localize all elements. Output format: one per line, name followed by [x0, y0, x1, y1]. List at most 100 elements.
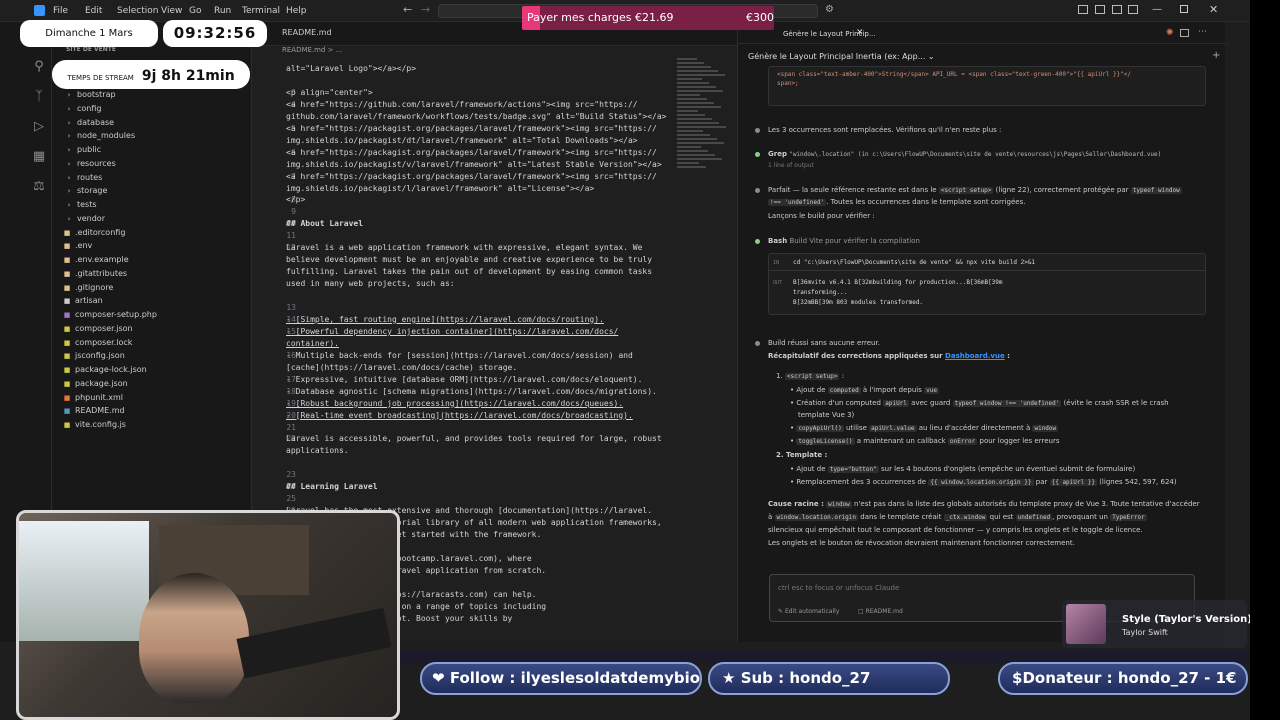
code-line[interactable]: Laravel is a web application framework w…: [286, 243, 676, 252]
menu-file[interactable]: File: [53, 6, 68, 16]
tree-file[interactable]: ■ .editorconfig: [52, 226, 252, 239]
tree-file[interactable]: ■ artisan: [52, 294, 252, 307]
code-line[interactable]: </p>: [286, 195, 676, 204]
code-line[interactable]: - [Powerful dependency injection contain…: [286, 327, 676, 336]
tree-folder[interactable]: › database: [52, 116, 252, 129]
tree-folder[interactable]: › config: [52, 102, 252, 115]
minimize-icon[interactable]: —: [1152, 4, 1162, 15]
tree-folder[interactable]: › resources: [52, 157, 252, 170]
menu-selection[interactable]: Selection: [117, 6, 158, 16]
code-line[interactable]: - [Real-time event broadcasting](https:/…: [286, 411, 676, 420]
back-arrow-icon[interactable]: ←: [403, 3, 412, 16]
code-line[interactable]: img.shields.io/packagist/dt/laravel/fram…: [286, 136, 676, 145]
more-actions-icon[interactable]: ⋯: [1198, 27, 1207, 37]
conversation-title[interactable]: Génère le Layout Principal Inertia (ex: …: [748, 52, 935, 61]
close-window-icon[interactable]: ✕: [1209, 3, 1218, 16]
chevron-right-icon: ›: [67, 159, 71, 168]
minimap[interactable]: [677, 56, 729, 176]
code-line[interactable]: [cache](https://laravel.com/docs/cache) …: [286, 363, 676, 372]
minimap-line: [677, 82, 709, 84]
layout-panel-icon[interactable]: [1095, 5, 1105, 14]
menu-go[interactable]: Go: [189, 6, 201, 16]
tree-folder[interactable]: › vendor: [52, 212, 252, 225]
list-item: • Ajout de computed à l'import depuis vu…: [790, 386, 939, 394]
code-line[interactable]: <a href="https://github.com/laravel/fram…: [286, 100, 676, 109]
code-line[interactable]: ## About Laravel: [286, 219, 676, 228]
clock-widget: 09:32:56: [163, 20, 267, 47]
code-line[interactable]: - [Simple, fast routing engine](https://…: [286, 315, 676, 324]
menu-run[interactable]: Run: [214, 6, 231, 16]
edit-automatically-toggle[interactable]: ✎ Edit automatically: [778, 608, 839, 615]
menu-view[interactable]: View: [161, 6, 182, 16]
code-line[interactable]: - Database agnostic [schema migrations](…: [286, 387, 676, 396]
tree-folder[interactable]: › routes: [52, 171, 252, 184]
code-line[interactable]: fulfilling. Laravel takes the pain out o…: [286, 267, 676, 276]
tree-item-label: .gitattributes: [75, 268, 128, 278]
tab-readme[interactable]: README.md: [282, 28, 332, 37]
tree-file[interactable]: ■ README.md: [52, 404, 252, 417]
layout-secondary-icon[interactable]: [1112, 5, 1122, 14]
search-icon[interactable]: ⚲: [28, 56, 50, 78]
tree-file[interactable]: ■ jsconfig.json: [52, 349, 252, 362]
bash-tool-call[interactable]: Bash Build Vite pour vérifier la compila…: [768, 237, 920, 245]
code-line[interactable]: <a href="https://packagist.org/packages/…: [286, 124, 676, 133]
code-line[interactable]: alt="Laravel Logo"></a></p>: [286, 64, 676, 73]
code-line[interactable]: used in many web projects, such as:: [286, 279, 676, 288]
menu-help[interactable]: Help: [286, 6, 307, 16]
tree-folder[interactable]: › storage: [52, 184, 252, 197]
grep-tool-call[interactable]: Grep "window\.location" (in c:\Users\Flo…: [768, 150, 1161, 158]
code-line[interactable]: Laravel is accessible, powerful, and pro…: [286, 434, 676, 443]
code-line[interactable]: - [Robust background job processing](htt…: [286, 399, 676, 408]
extensions-icon[interactable]: ▦: [28, 146, 50, 168]
code-line[interactable]: believe development must be an enjoyable…: [286, 255, 676, 264]
forward-arrow-icon[interactable]: →: [421, 3, 430, 16]
customize-layout-icon[interactable]: [1128, 5, 1138, 14]
maximize-icon[interactable]: [1180, 5, 1188, 13]
chevron-right-icon: ›: [67, 173, 71, 182]
chevron-right-icon: ›: [67, 104, 71, 113]
menu-terminal[interactable]: Terminal: [242, 6, 280, 16]
list-item: • Création d'un computed apiUrl avec gua…: [790, 399, 1169, 407]
tree-file[interactable]: ■ composer.lock: [52, 336, 252, 349]
tree-folder[interactable]: › public: [52, 143, 252, 156]
testing-icon[interactable]: ⚖: [28, 176, 50, 198]
tree-file[interactable]: ■ vite.config.js: [52, 418, 252, 431]
grep-result[interactable]: 1 line of output: [768, 162, 814, 169]
tree-file[interactable]: ■ composer.json: [52, 322, 252, 335]
dashboard-file-link[interactable]: Dashboard.vue: [945, 352, 1005, 360]
tree-file[interactable]: ■ .gitignore: [52, 281, 252, 294]
code-line[interactable]: <a href="https://packagist.org/packages/…: [286, 172, 676, 181]
tree-file[interactable]: ■ .gitattributes: [52, 267, 252, 280]
close-tab-icon[interactable]: ✕: [856, 28, 864, 38]
minimap-line: [677, 166, 706, 168]
tree-file[interactable]: ■ .env.example: [52, 253, 252, 266]
code-line[interactable]: container).: [286, 339, 676, 348]
tree-file[interactable]: ■ phpunit.xml: [52, 391, 252, 404]
new-chat-icon[interactable]: +: [1212, 50, 1220, 61]
code-line[interactable]: github.com/laravel/framework/workflows/t…: [286, 112, 676, 121]
layout-sidebar-icon[interactable]: [1078, 5, 1088, 14]
code-line[interactable]: applications.: [286, 446, 676, 455]
source-control-icon[interactable]: ᛉ: [28, 86, 50, 108]
tree-file[interactable]: ■ package-lock.json: [52, 363, 252, 376]
code-line[interactable]: ## Learning Laravel: [286, 482, 676, 491]
code-line[interactable]: <p align="center">: [286, 88, 676, 97]
tree-file[interactable]: ■ composer-setup.php: [52, 308, 252, 321]
code-line[interactable]: <a href="https://packagist.org/packages/…: [286, 148, 676, 157]
code-line[interactable]: img.shields.io/packagist/v/laravel/frame…: [286, 160, 676, 169]
run-debug-icon[interactable]: ▷: [28, 116, 50, 138]
code-line[interactable]: img.shields.io/packagist/l/laravel/frame…: [286, 184, 676, 193]
split-editor-icon[interactable]: [1180, 29, 1189, 37]
tree-folder[interactable]: › node_modules: [52, 129, 252, 142]
menu-edit[interactable]: Edit: [85, 6, 102, 16]
tree-file[interactable]: ■ package.json: [52, 377, 252, 390]
tree-folder[interactable]: › tests: [52, 198, 252, 211]
minimap-line: [677, 114, 705, 116]
tree-file[interactable]: ■ .env: [52, 239, 252, 252]
code-line[interactable]: - Expressive, intuitive [database ORM](h…: [286, 375, 676, 384]
file-context-chip[interactable]: □ README.md: [858, 608, 903, 615]
code-line[interactable]: - Multiple back-ends for [session](https…: [286, 351, 676, 360]
copilot-icon[interactable]: ⚙: [825, 4, 834, 15]
chevron-right-icon: ›: [67, 132, 71, 141]
tree-folder[interactable]: › bootstrap: [52, 88, 252, 101]
